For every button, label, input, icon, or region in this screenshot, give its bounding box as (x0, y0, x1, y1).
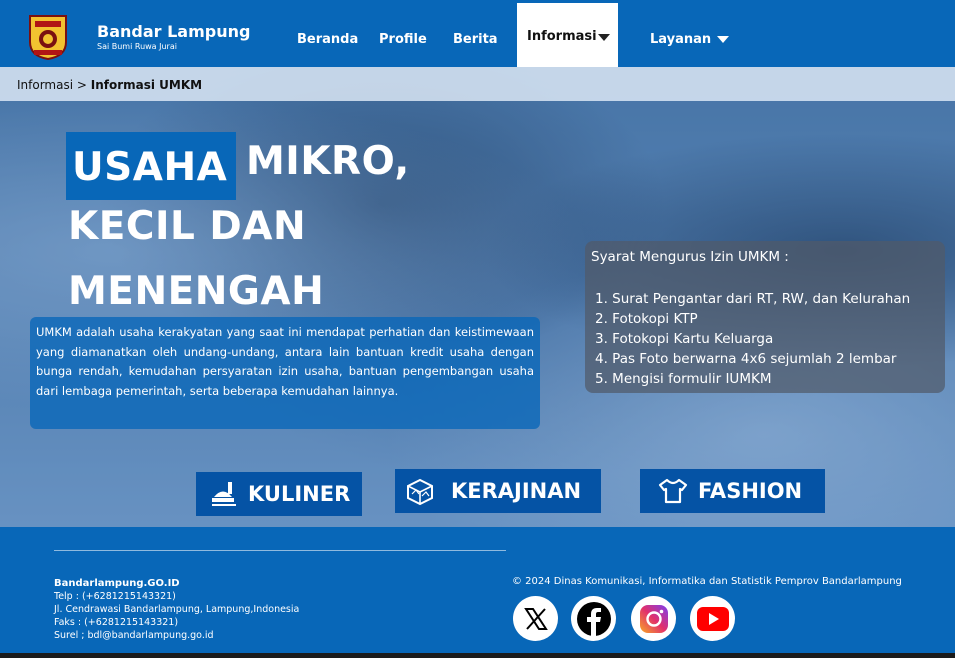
kerajinan-button[interactable]: KERAJINAN (395, 469, 601, 513)
footer-site-name[interactable]: Bandarlampung.GO.ID (54, 578, 180, 589)
footer-copyright: © 2024 Dinas Komunikasi, Informatika dan… (512, 576, 902, 587)
bottom-strip (0, 653, 955, 658)
x-twitter-icon (523, 607, 548, 630)
breadcrumb-bar: Informasi > Informasi UMKM (0, 67, 955, 101)
fashion-icon (658, 478, 688, 504)
footer-telp: Telp : (+6281215143321) (54, 591, 176, 602)
nav-informasi[interactable]: Informasi (517, 3, 618, 67)
instagram-link[interactable] (631, 596, 676, 641)
requirements-list: 1. Surat Pengantar dari RT, RW, dan Kelu… (595, 289, 910, 389)
facebook-link[interactable] (571, 596, 616, 641)
requirement-item: 4. Pas Foto berwarna 4x6 sejumlah 2 lemb… (595, 351, 897, 367)
fashion-button[interactable]: FASHION (640, 469, 825, 513)
requirement-item: 3. Fotokopi Kartu Keluarga (595, 331, 774, 347)
caret-down-icon (598, 34, 610, 41)
footer-surel: Surel ; bdl@bandarlampung.go.id (54, 630, 214, 641)
caret-down-icon (717, 36, 730, 43)
hero-section: Informasi > Informasi UMKM USAHA MIKRO, … (0, 67, 955, 527)
kuliner-label: KULINER (248, 482, 351, 506)
requirement-item: 2. Fotokopi KTP (595, 311, 698, 327)
hero-title-line3: MENENGAH (68, 269, 325, 314)
top-navbar: Bandar Lampung Sai Bumi Ruwa Jurai Beran… (0, 0, 955, 67)
facebook-icon (576, 601, 611, 636)
x-twitter-link[interactable] (513, 596, 558, 641)
hero-title-line2: KECIL DAN (68, 204, 307, 249)
kerajinan-label: KERAJINAN (451, 479, 582, 503)
kuliner-button[interactable]: KULINER (196, 472, 362, 516)
breadcrumb: Informasi > Informasi UMKM (17, 78, 202, 92)
hero-title-line1: MIKRO, (246, 139, 410, 184)
youtube-icon (696, 606, 729, 631)
nav-berita[interactable]: Berita (453, 32, 498, 47)
brand-subtitle: Sai Bumi Ruwa Jurai (97, 42, 177, 51)
nav-profile[interactable]: Profile (379, 32, 427, 47)
nav-layanan[interactable]: Layanan (650, 32, 730, 47)
footer-divider (54, 550, 506, 551)
instagram-icon (639, 604, 668, 633)
kerajinan-icon (407, 478, 433, 506)
nav-beranda[interactable]: Beranda (297, 32, 358, 47)
brand-title: Bandar Lampung (97, 22, 251, 41)
requirements-title: Syarat Mengurus Izin UMKM : (591, 249, 789, 265)
requirement-item: 1. Surat Pengantar dari RT, RW, dan Kelu… (595, 291, 911, 307)
breadcrumb-parent[interactable]: Informasi (17, 78, 73, 92)
umkm-description: UMKM adalah usaha kerakyatan yang saat i… (36, 325, 534, 398)
footer-address: Jl. Cendrawasi Bandarlampung, Lampung,In… (54, 604, 300, 615)
city-logo-icon[interactable] (26, 12, 70, 60)
hero-title-highlight: USAHA (72, 145, 228, 190)
nav-layanan-label: Layanan (650, 32, 712, 47)
breadcrumb-current: Informasi UMKM (90, 78, 203, 92)
requirements-box: Syarat Mengurus Izin UMKM : 1. Surat Pen… (585, 241, 945, 393)
nav-informasi-label: Informasi (527, 29, 597, 44)
kuliner-icon (212, 482, 236, 506)
footer: Bandarlampung.GO.ID Telp : (+62812151433… (0, 527, 955, 653)
umkm-description-box: UMKM adalah usaha kerakyatan yang saat i… (30, 317, 540, 429)
requirement-item: 5. Mengisi formulir IUMKM (595, 371, 772, 387)
breadcrumb-separator: > (73, 78, 91, 92)
youtube-link[interactable] (690, 596, 735, 641)
footer-faks: Faks : (+6281215143321) (54, 617, 179, 628)
fashion-label: FASHION (698, 479, 803, 503)
